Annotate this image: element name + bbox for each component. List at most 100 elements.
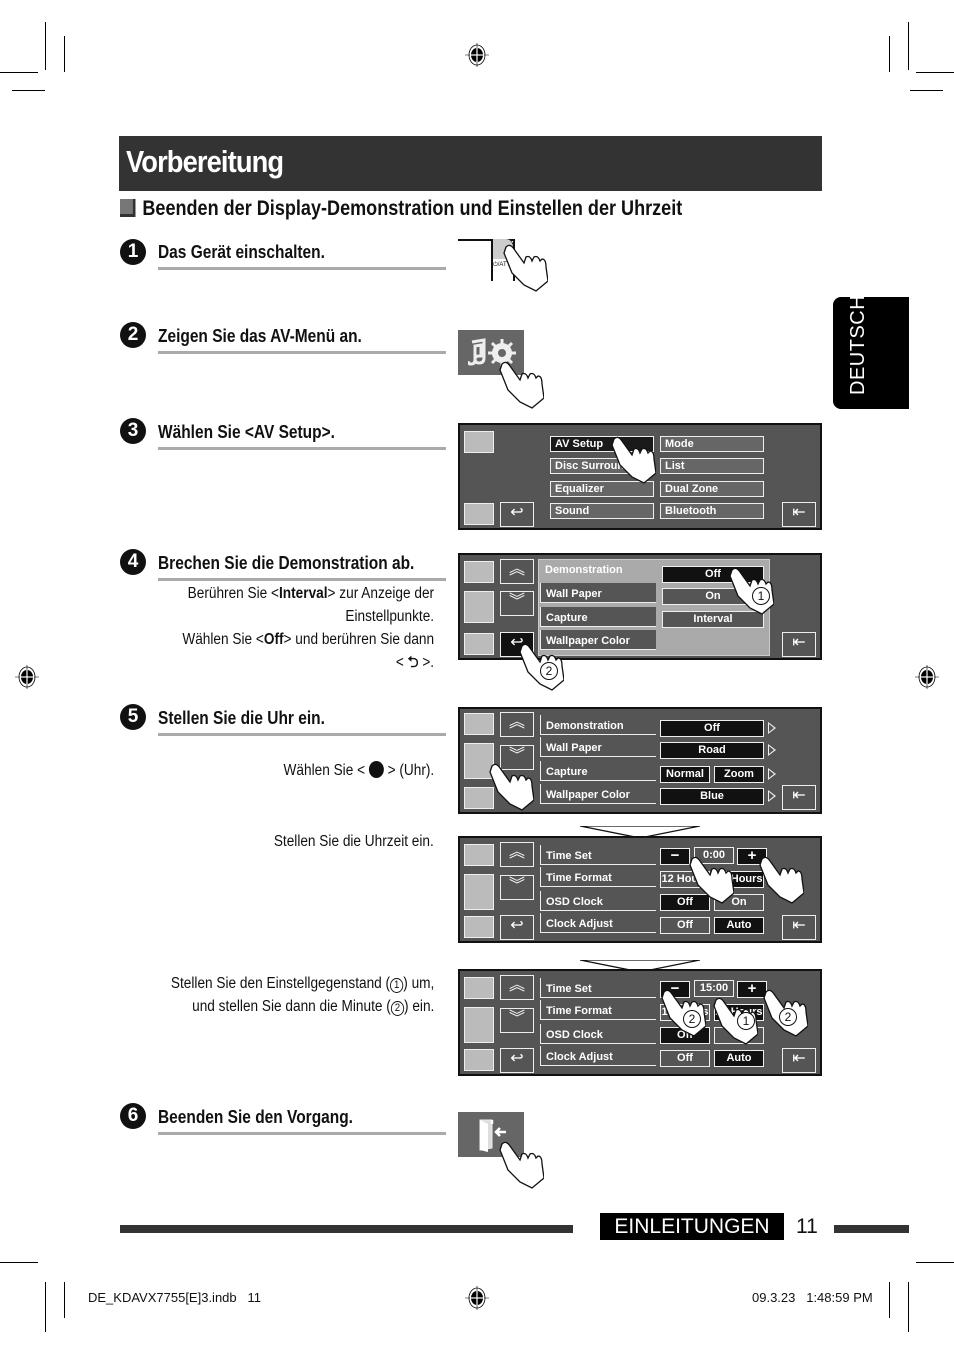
arrow-right-icon[interactable]: [768, 790, 776, 802]
volume-up-button[interactable]: [464, 844, 494, 866]
clock-category[interactable]: [464, 874, 494, 910]
row-osd-clock[interactable]: OSD Clock: [540, 891, 656, 911]
volume-down-button[interactable]: [464, 916, 494, 938]
step-title: Beenden Sie den Vorgang.: [158, 1107, 353, 1127]
registration-mark-icon: [465, 43, 489, 67]
scroll-down-button[interactable]: ︾: [500, 1008, 534, 1033]
wall-paper-value[interactable]: Road: [660, 742, 764, 759]
page-title: Vorbereitung: [126, 144, 284, 179]
scroll-up-button[interactable]: ︽: [500, 975, 534, 1000]
scroll-down-button[interactable]: ︾: [500, 875, 534, 900]
clock-category[interactable]: [464, 1007, 494, 1043]
crop-mark: [916, 72, 954, 73]
row-demonstration[interactable]: Demonstration: [540, 559, 656, 579]
callout-number: 1: [752, 587, 770, 605]
row-osd-clock[interactable]: OSD Clock: [540, 1024, 656, 1044]
section-square-icon: [120, 199, 136, 217]
step-underline: [158, 351, 446, 354]
hand-pointer-icon: [499, 361, 544, 409]
exit-button[interactable]: ⇤: [782, 915, 816, 940]
back-button[interactable]: ↩: [500, 502, 534, 527]
callout-number: 2: [683, 1010, 701, 1028]
arrow-right-icon[interactable]: [768, 722, 776, 734]
footer-rule: [120, 1225, 573, 1233]
crop-mark: [45, 22, 46, 70]
callout-number: 2: [390, 1001, 404, 1016]
adjust-auto[interactable]: Auto: [714, 1050, 764, 1067]
page-number: 11: [796, 1215, 818, 1238]
step-number: 1: [120, 239, 146, 265]
volume-up-button[interactable]: [464, 977, 494, 999]
menu-item-bluetooth[interactable]: Bluetooth: [660, 503, 764, 519]
callout-number: 1: [737, 1012, 755, 1030]
adjust-off[interactable]: Off: [660, 1050, 710, 1067]
exit-button[interactable]: ⇤: [782, 502, 816, 527]
row-time-set[interactable]: Time Set: [540, 978, 656, 998]
row-demonstration[interactable]: Demonstration: [540, 715, 656, 735]
back-button[interactable]: ↩: [500, 1048, 534, 1073]
volume-up-button[interactable]: [464, 713, 494, 735]
menu-item-dual-zone[interactable]: Dual Zone: [660, 481, 764, 497]
crop-mark: [0, 1262, 38, 1263]
step-title: Wählen Sie <AV Setup>.: [158, 422, 335, 442]
step-title: Brechen Sie die Demonstration ab.: [158, 553, 415, 573]
registration-mark-icon: [915, 665, 939, 689]
adjust-auto[interactable]: Auto: [714, 917, 764, 934]
arrow-right-icon[interactable]: [768, 768, 776, 780]
callout-number: 2: [540, 662, 558, 680]
capture-normal[interactable]: Normal: [660, 766, 710, 783]
volume-down-button[interactable]: [464, 1049, 494, 1071]
crop-mark: [64, 36, 65, 72]
menu-item-mode[interactable]: Mode: [660, 436, 764, 452]
scroll-down-button[interactable]: ︾: [500, 591, 534, 616]
row-clock-adjust[interactable]: Clock Adjust: [540, 913, 656, 933]
crop-mark: [12, 90, 45, 91]
section-heading: Beenden der Display-Demonstration und Ei…: [120, 197, 682, 221]
row-wall-paper[interactable]: Wall Paper: [540, 583, 656, 603]
step-number: 3: [120, 418, 146, 444]
volume-up-button[interactable]: [464, 431, 494, 453]
display-clock-category[interactable]: [464, 591, 494, 623]
volume-down-button[interactable]: [464, 503, 494, 525]
adjust-off[interactable]: Off: [660, 917, 710, 934]
step-title: Zeigen Sie das AV-Menü an.: [158, 326, 362, 346]
row-clock-adjust[interactable]: Clock Adjust: [540, 1046, 656, 1066]
volume-up-button[interactable]: [464, 561, 494, 583]
volume-down-button[interactable]: [464, 633, 494, 655]
exit-button[interactable]: ⇤: [782, 1048, 816, 1073]
row-time-format[interactable]: Time Format: [540, 867, 656, 887]
minus-button[interactable]: −: [660, 848, 690, 865]
row-wall-paper[interactable]: Wall Paper: [540, 737, 656, 757]
step-underline: [158, 267, 446, 270]
crop-mark: [0, 72, 38, 73]
back-button[interactable]: ↩: [500, 915, 534, 940]
capture-zoom[interactable]: Zoom: [714, 766, 764, 783]
step-title: Das Gerät einschalten.: [158, 242, 325, 262]
arrow-right-icon[interactable]: [768, 744, 776, 756]
scroll-up-button[interactable]: ︽: [500, 712, 534, 737]
row-capture[interactable]: Capture: [540, 607, 656, 627]
step-number: 6: [120, 1103, 146, 1129]
section-heading-text: Beenden der Display-Demonstration und Ei…: [142, 197, 683, 220]
menu-item-sound[interactable]: Sound: [550, 503, 654, 519]
menu-item-list[interactable]: List: [660, 458, 764, 474]
demonstration-value[interactable]: Off: [660, 720, 764, 737]
row-wallpaper-color[interactable]: Wallpaper Color: [540, 784, 656, 804]
exit-button[interactable]: ⇤: [782, 785, 816, 810]
footer-section-label: EINLEITUNGEN: [600, 1213, 784, 1240]
row-time-format[interactable]: Time Format: [540, 1000, 656, 1020]
hand-pointer-icon: [689, 856, 734, 904]
scroll-up-button[interactable]: ︽: [500, 842, 534, 867]
exit-button[interactable]: ⇤: [782, 632, 816, 657]
step-5-instruction-a: Wählen Sie < > (Uhr).: [283, 761, 434, 779]
scroll-up-button[interactable]: ︽: [500, 559, 534, 584]
row-time-set[interactable]: Time Set: [540, 845, 656, 865]
step-underline: [158, 1132, 446, 1135]
crop-mark: [889, 36, 890, 72]
hand-pointer-icon: [499, 1141, 544, 1189]
crop-mark: [64, 1282, 65, 1318]
step-4-description: Berühren Sie <Interval> zur Anzeige der …: [182, 585, 434, 671]
wallpaper-color-value[interactable]: Blue: [660, 788, 764, 805]
row-capture[interactable]: Capture: [540, 761, 656, 781]
footer-rule: [834, 1225, 909, 1233]
